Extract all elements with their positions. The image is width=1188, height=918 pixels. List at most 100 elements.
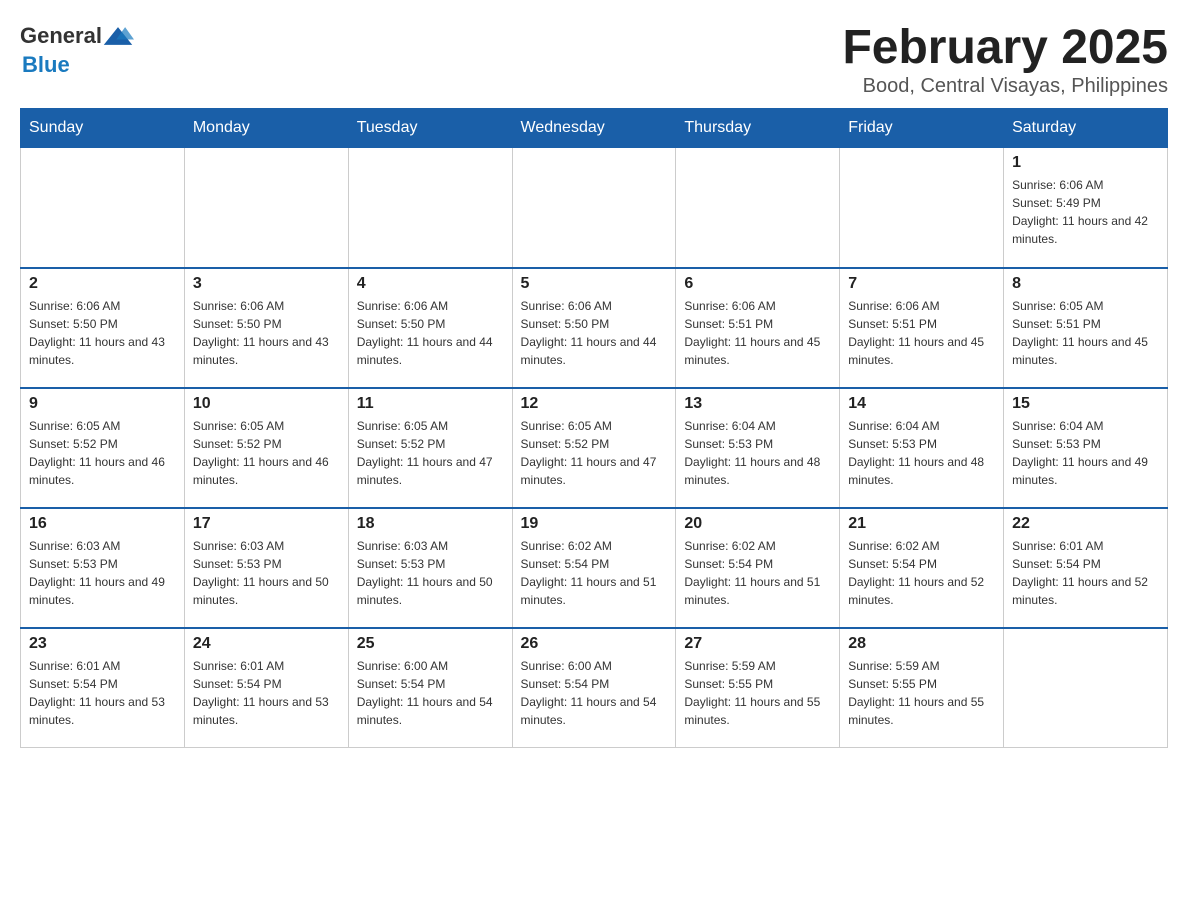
day-number: 19 — [521, 515, 668, 533]
day-number: 20 — [684, 515, 831, 533]
calendar-week-row: 2 Sunrise: 6:06 AM Sunset: 5:50 PM Daylig… — [21, 268, 1168, 388]
table-row: 27 Sunrise: 5:59 AM Sunset: 5:55 PM Dayli… — [676, 628, 840, 748]
day-info: Sunrise: 6:00 AM Sunset: 5:54 PM Dayligh… — [357, 657, 504, 729]
day-info: Sunrise: 6:05 AM Sunset: 5:52 PM Dayligh… — [521, 417, 668, 489]
day-number: 24 — [193, 635, 340, 653]
table-row: 28Sunrise: 5:59 AM Sunset: 5:55 PM Dayli… — [840, 628, 1004, 748]
day-number: 11 — [357, 395, 504, 413]
day-number: 25 — [357, 635, 504, 653]
header-thursday: Thursday — [676, 109, 840, 148]
day-info: Sunrise: 6:06 AM Sunset: 5:50 PM Dayligh… — [29, 297, 176, 369]
day-info: Sunrise: 6:00 AM Sunset: 5:54 PM Dayligh… — [521, 657, 668, 729]
table-row: 7Sunrise: 6:06 AM Sunset: 5:51 PM Daylig… — [840, 268, 1004, 388]
table-row — [512, 148, 676, 268]
day-info: Sunrise: 6:06 AM Sunset: 5:50 PM Dayligh… — [357, 297, 504, 369]
day-info: Sunrise: 6:05 AM Sunset: 5:52 PM Dayligh… — [29, 417, 176, 489]
table-row: 2 Sunrise: 6:06 AM Sunset: 5:50 PM Daylig… — [21, 268, 185, 388]
table-row: 21Sunrise: 6:02 AM Sunset: 5:54 PM Dayli… — [840, 508, 1004, 628]
table-row: 22 Sunrise: 6:01 AM Sunset: 5:54 PM Dayli… — [1004, 508, 1168, 628]
day-number: 21 — [848, 515, 995, 533]
day-number: 6 — [684, 275, 831, 293]
day-info: Sunrise: 6:02 AM Sunset: 5:54 PM Dayligh… — [521, 537, 668, 609]
day-info: Sunrise: 6:06 AM Sunset: 5:50 PM Dayligh… — [193, 297, 340, 369]
page-header: General Blue February 2025 Bood, Central… — [20, 20, 1168, 98]
table-row: 13Sunrise: 6:04 AM Sunset: 5:53 PM Dayli… — [676, 388, 840, 508]
calendar-week-row: 23 Sunrise: 6:01 AM Sunset: 5:54 PM Dayli… — [21, 628, 1168, 748]
day-info: Sunrise: 6:05 AM Sunset: 5:52 PM Dayligh… — [357, 417, 504, 489]
table-row: 6 Sunrise: 6:06 AM Sunset: 5:51 PM Daylig… — [676, 268, 840, 388]
title-section: February 2025 Bood, Central Visayas, Phi… — [842, 20, 1168, 98]
day-info: Sunrise: 6:01 AM Sunset: 5:54 PM Dayligh… — [193, 657, 340, 729]
day-number: 27 — [684, 635, 831, 653]
logo-icon — [102, 20, 134, 52]
day-number: 7 — [848, 275, 995, 293]
logo: General Blue — [20, 20, 134, 78]
day-number: 5 — [521, 275, 668, 293]
table-row: 1 Sunrise: 6:06 AM Sunset: 5:49 PM Daylig… — [1004, 148, 1168, 268]
table-row — [184, 148, 348, 268]
day-number: 14 — [848, 395, 995, 413]
day-info: Sunrise: 6:05 AM Sunset: 5:52 PM Dayligh… — [193, 417, 340, 489]
table-row: 3 Sunrise: 6:06 AM Sunset: 5:50 PM Daylig… — [184, 268, 348, 388]
day-number: 4 — [357, 275, 504, 293]
calendar-week-row: 16 Sunrise: 6:03 AM Sunset: 5:53 PM Dayli… — [21, 508, 1168, 628]
header-wednesday: Wednesday — [512, 109, 676, 148]
table-row: 15 Sunrise: 6:04 AM Sunset: 5:53 PM Dayli… — [1004, 388, 1168, 508]
day-info: Sunrise: 6:03 AM Sunset: 5:53 PM Dayligh… — [193, 537, 340, 609]
day-info: Sunrise: 6:05 AM Sunset: 5:51 PM Dayligh… — [1012, 297, 1159, 369]
table-row — [676, 148, 840, 268]
table-row: 16Sunrise: 6:03 AM Sunset: 5:53 PM Dayli… — [21, 508, 185, 628]
calendar-subtitle: Bood, Central Visayas, Philippines — [842, 75, 1168, 98]
table-row: 9 Sunrise: 6:05 AM Sunset: 5:52 PM Daylig… — [21, 388, 185, 508]
calendar-table: Sunday Monday Tuesday Wednesday Thursday… — [20, 108, 1168, 748]
day-number: 23 — [29, 635, 176, 653]
day-number: 12 — [521, 395, 668, 413]
day-number: 15 — [1012, 395, 1159, 413]
table-row — [1004, 628, 1168, 748]
table-row: 26Sunrise: 6:00 AM Sunset: 5:54 PM Dayli… — [512, 628, 676, 748]
day-info: Sunrise: 6:06 AM Sunset: 5:51 PM Dayligh… — [684, 297, 831, 369]
table-row: 23 Sunrise: 6:01 AM Sunset: 5:54 PM Dayli… — [21, 628, 185, 748]
day-number: 3 — [193, 275, 340, 293]
calendar-header-row: Sunday Monday Tuesday Wednesday Thursday… — [21, 109, 1168, 148]
header-tuesday: Tuesday — [348, 109, 512, 148]
day-info: Sunrise: 6:04 AM Sunset: 5:53 PM Dayligh… — [1012, 417, 1159, 489]
table-row: 8 Sunrise: 6:05 AM Sunset: 5:51 PM Daylig… — [1004, 268, 1168, 388]
day-number: 22 — [1012, 515, 1159, 533]
day-info: Sunrise: 6:03 AM Sunset: 5:53 PM Dayligh… — [357, 537, 504, 609]
table-row: 17Sunrise: 6:03 AM Sunset: 5:53 PM Dayli… — [184, 508, 348, 628]
day-info: Sunrise: 6:04 AM Sunset: 5:53 PM Dayligh… — [684, 417, 831, 489]
day-number: 28 — [848, 635, 995, 653]
day-info: Sunrise: 6:04 AM Sunset: 5:53 PM Dayligh… — [848, 417, 995, 489]
day-info: Sunrise: 6:02 AM Sunset: 5:54 PM Dayligh… — [684, 537, 831, 609]
table-row: 18 Sunrise: 6:03 AM Sunset: 5:53 PM Dayli… — [348, 508, 512, 628]
header-saturday: Saturday — [1004, 109, 1168, 148]
table-row: 14 Sunrise: 6:04 AM Sunset: 5:53 PM Dayli… — [840, 388, 1004, 508]
calendar-week-row: 9 Sunrise: 6:05 AM Sunset: 5:52 PM Daylig… — [21, 388, 1168, 508]
day-number: 2 — [29, 275, 176, 293]
logo-general-text: General — [20, 23, 102, 49]
header-monday: Monday — [184, 109, 348, 148]
table-row: 20 Sunrise: 6:02 AM Sunset: 5:54 PM Dayli… — [676, 508, 840, 628]
day-number: 10 — [193, 395, 340, 413]
table-row — [840, 148, 1004, 268]
table-row: 10 Sunrise: 6:05 AM Sunset: 5:52 PM Dayli… — [184, 388, 348, 508]
table-row: 4 Sunrise: 6:06 AM Sunset: 5:50 PM Daylig… — [348, 268, 512, 388]
day-number: 16 — [29, 515, 176, 533]
table-row: 24 Sunrise: 6:01 AM Sunset: 5:54 PM Dayli… — [184, 628, 348, 748]
day-info: Sunrise: 5:59 AM Sunset: 5:55 PM Dayligh… — [684, 657, 831, 729]
day-info: Sunrise: 6:06 AM Sunset: 5:49 PM Dayligh… — [1012, 176, 1159, 248]
header-sunday: Sunday — [21, 109, 185, 148]
day-number: 18 — [357, 515, 504, 533]
day-info: Sunrise: 6:01 AM Sunset: 5:54 PM Dayligh… — [1012, 537, 1159, 609]
table-row: 25 Sunrise: 6:00 AM Sunset: 5:54 PM Dayli… — [348, 628, 512, 748]
day-number: 9 — [29, 395, 176, 413]
table-row: 5 Sunrise: 6:06 AM Sunset: 5:50 PM Daylig… — [512, 268, 676, 388]
day-number: 8 — [1012, 275, 1159, 293]
header-friday: Friday — [840, 109, 1004, 148]
table-row — [21, 148, 185, 268]
day-number: 1 — [1012, 154, 1159, 172]
day-info: Sunrise: 6:06 AM Sunset: 5:50 PM Dayligh… — [521, 297, 668, 369]
table-row: 19 Sunrise: 6:02 AM Sunset: 5:54 PM Dayli… — [512, 508, 676, 628]
day-info: Sunrise: 6:01 AM Sunset: 5:54 PM Dayligh… — [29, 657, 176, 729]
